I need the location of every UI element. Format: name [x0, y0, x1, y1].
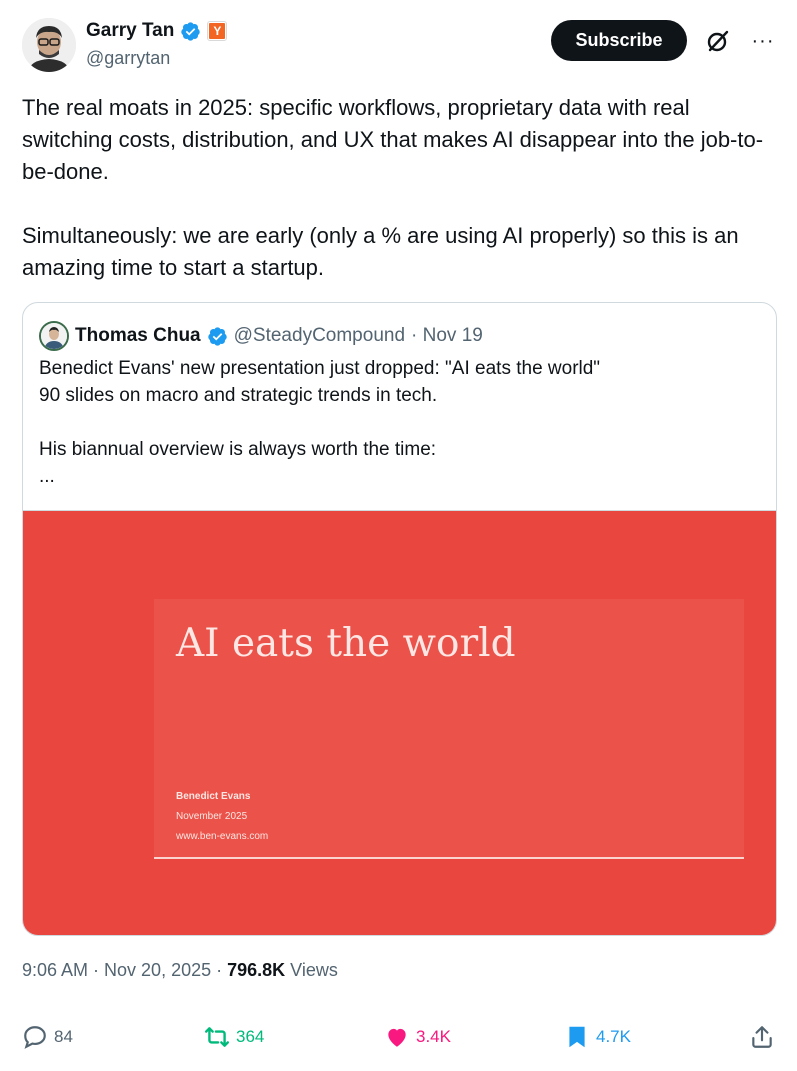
- action-bar: 84 364 3.4K 4.7K: [22, 1024, 775, 1058]
- author-name-row: Garry Tan Y: [86, 20, 228, 42]
- quote-text: Benedict Evans' new presentation just dr…: [39, 358, 601, 487]
- quoted-tweet[interactable]: Thomas Chua @SteadyCompound · Nov 19 Ben…: [22, 302, 777, 936]
- slide-date: November 2025: [176, 811, 248, 822]
- tweet-text: The real moats in 2025: specific workflo…: [22, 95, 764, 280]
- yc-affiliate-badge[interactable]: Y: [207, 21, 228, 41]
- reply-icon: [24, 1026, 46, 1049]
- tweet-timestamp: 9:06 AM · Nov 20, 2025 · 796.8K Views: [22, 960, 338, 981]
- slide-panel: AI eats the world Benedict Evans Novembe…: [154, 599, 744, 859]
- repost-icon: [204, 1027, 230, 1047]
- reply-button[interactable]: 84: [22, 1024, 73, 1050]
- more-options-icon[interactable]: ···: [749, 28, 777, 54]
- author-handle[interactable]: @garrytan: [86, 48, 170, 69]
- quote-media-image[interactable]: AI eats the world Benedict Evans Novembe…: [23, 511, 776, 935]
- tweet-header: Garry Tan Y @garrytan Subscribe ···: [22, 16, 777, 76]
- heart-icon: [388, 1028, 406, 1047]
- quote-author-handle[interactable]: @SteadyCompound: [234, 325, 405, 347]
- slide-title: AI eats the world: [176, 621, 516, 666]
- verified-badge-icon: [181, 21, 201, 41]
- author-name[interactable]: Garry Tan: [86, 20, 174, 42]
- views-label: Views: [285, 960, 338, 980]
- slide-underline: [154, 857, 744, 859]
- quote-verified-badge-icon: [207, 326, 227, 346]
- bookmark-icon: [569, 1026, 585, 1048]
- like-count: 3.4K: [416, 1027, 451, 1046]
- quote-header: Thomas Chua @SteadyCompound · Nov 19: [39, 321, 483, 351]
- yc-badge-letter: Y: [209, 23, 226, 39]
- bookmark-count: 4.7K: [596, 1027, 631, 1046]
- like-button[interactable]: 3.4K: [384, 1024, 451, 1050]
- author-avatar[interactable]: [22, 18, 76, 72]
- share-icon: [752, 1026, 772, 1048]
- reply-count: 84: [54, 1027, 73, 1046]
- grok-icon[interactable]: [705, 28, 731, 54]
- quote-author-avatar[interactable]: [39, 321, 69, 351]
- repost-button[interactable]: 364: [204, 1024, 264, 1050]
- quote-date[interactable]: · Nov 19: [411, 325, 483, 347]
- bookmark-button[interactable]: 4.7K: [564, 1024, 631, 1050]
- subscribe-button[interactable]: Subscribe: [551, 20, 687, 61]
- slide-author: Benedict Evans: [176, 791, 251, 802]
- share-button[interactable]: [749, 1024, 775, 1050]
- slide-url: www.ben-evans.com: [176, 831, 269, 842]
- views-count: 796.8K: [227, 960, 286, 980]
- tweet-time[interactable]: 9:06 AM · Nov 20, 2025 ·: [22, 960, 227, 980]
- quote-author-name[interactable]: Thomas Chua: [75, 325, 201, 347]
- repost-count: 364: [236, 1027, 265, 1046]
